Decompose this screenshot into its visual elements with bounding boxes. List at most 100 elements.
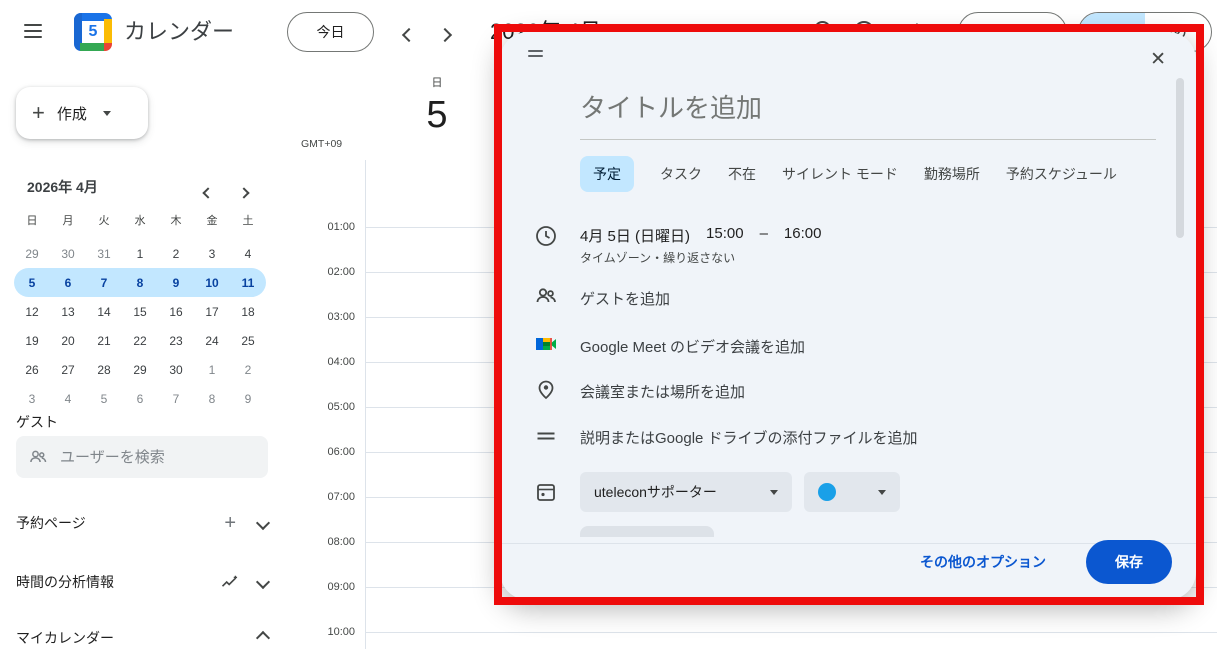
clock-icon — [534, 224, 558, 248]
mini-calendar-day[interactable]: 24 — [194, 326, 230, 355]
event-end-time[interactable]: 16:00 — [784, 225, 822, 246]
prev-period-button[interactable] — [404, 27, 414, 45]
save-button[interactable]: 保存 — [1086, 540, 1172, 584]
dialog-scrollbar[interactable] — [1176, 78, 1184, 238]
mini-calendar-day[interactable]: 3 — [194, 239, 230, 268]
hour-label: 09:00 — [285, 581, 355, 593]
add-location-row[interactable]: 会議室または場所を追加 — [580, 381, 745, 402]
my-calendars-row[interactable]: マイカレンダー — [16, 626, 268, 650]
mini-calendar-day[interactable]: 1 — [194, 355, 230, 384]
dialog-tab[interactable]: 勤務場所 — [924, 156, 980, 192]
day-header[interactable]: 日 5 — [415, 74, 459, 137]
event-start-time[interactable]: 15:00 — [706, 225, 744, 246]
close-icon[interactable]: ✕ — [1146, 44, 1170, 75]
mini-calendar-day[interactable]: 10 — [194, 268, 230, 297]
mini-calendar-day[interactable]: 26 — [14, 355, 50, 384]
chevron-down-icon[interactable] — [256, 575, 270, 589]
mini-calendar-day[interactable]: 11 — [230, 268, 266, 297]
guest-search-input[interactable] — [58, 448, 242, 467]
dialog-tab[interactable]: 不在 — [728, 156, 756, 192]
calendar-event-icon — [534, 480, 558, 504]
mini-calendar-day[interactable]: 21 — [86, 326, 122, 355]
mini-calendar-day[interactable]: 16 — [158, 297, 194, 326]
mini-calendar-day[interactable]: 22 — [122, 326, 158, 355]
mini-calendar-week: 19202122232425 — [14, 326, 266, 355]
mini-calendar-day[interactable]: 20 — [50, 326, 86, 355]
event-date[interactable]: 4月 5日 (日曜日) — [580, 225, 690, 246]
chevron-up-icon[interactable] — [256, 631, 270, 645]
create-button[interactable]: + 作成 — [16, 87, 148, 139]
guest-search-box[interactable] — [16, 436, 268, 478]
mini-calendar-weekday: 月 — [50, 210, 86, 230]
mini-calendar-day[interactable]: 25 — [230, 326, 266, 355]
add-booking-page-icon[interactable]: + — [224, 512, 236, 535]
day-number[interactable]: 5 — [415, 94, 459, 137]
drag-handle-icon[interactable] — [528, 50, 543, 60]
mini-calendar-day[interactable]: 18 — [230, 297, 266, 326]
google-meet-icon — [534, 332, 558, 356]
mini-calendar-day[interactable]: 30 — [50, 239, 86, 268]
dialog-tab[interactable]: サイレント モード — [782, 156, 898, 192]
event-datetime[interactable]: 4月 5日 (日曜日) 15:00 – 16:00 — [580, 225, 821, 246]
mini-calendar-day[interactable]: 23 — [158, 326, 194, 355]
mini-calendar-prev-button[interactable] — [204, 184, 212, 202]
mini-calendar-day[interactable]: 6 — [50, 268, 86, 297]
mini-calendar-day[interactable]: 30 — [158, 355, 194, 384]
dialog-tab[interactable]: タスク — [660, 156, 702, 192]
calendar-select-dropdown[interactable]: uteleconサポーター — [580, 472, 792, 512]
mini-calendar-day[interactable]: 27 — [50, 355, 86, 384]
logo-day-number: 5 — [82, 21, 104, 43]
mini-calendar-day[interactable]: 14 — [86, 297, 122, 326]
event-color-dropdown[interactable] — [804, 472, 900, 512]
mini-calendar-grid: 日月火水木金土 29303112345678910111213141516171… — [14, 210, 266, 413]
guests-section-label: ゲスト — [16, 412, 58, 432]
time-insights-row[interactable]: 時間の分析情報 — [16, 570, 268, 594]
booking-pages-row[interactable]: 予約ページ + — [16, 511, 268, 535]
hour-label: 08:00 — [285, 536, 355, 548]
event-title-input[interactable]: タイトルを追加 — [580, 88, 1156, 140]
mini-calendar-day[interactable]: 13 — [50, 297, 86, 326]
mini-calendar-day[interactable]: 28 — [86, 355, 122, 384]
hour-label: 06:00 — [285, 446, 355, 458]
timezone-recurrence-link[interactable]: タイムゾーン・繰り返さない — [580, 249, 735, 266]
mini-calendar-day[interactable]: 6 — [122, 384, 158, 413]
more-options-link[interactable]: その他のオプション — [920, 552, 1046, 572]
mini-calendar-day[interactable]: 5 — [86, 384, 122, 413]
mini-calendar-next-button[interactable] — [240, 184, 248, 202]
dialog-tabs: 予定タスク不在サイレント モード勤務場所予約スケジュール — [580, 156, 1117, 192]
mini-calendar-day[interactable]: 5 — [14, 268, 50, 297]
mini-calendar-day[interactable]: 31 — [86, 239, 122, 268]
chevron-down-icon — [878, 490, 886, 495]
mini-calendar-day[interactable]: 9 — [230, 384, 266, 413]
add-description-row[interactable]: 説明またはGoogle ドライブの添付ファイルを追加 — [580, 427, 918, 448]
people-icon — [534, 284, 558, 308]
dialog-tab[interactable]: 予定 — [580, 156, 634, 192]
mini-calendar-day[interactable]: 4 — [50, 384, 86, 413]
mini-calendar-day[interactable]: 17 — [194, 297, 230, 326]
mini-calendar-day[interactable]: 7 — [86, 268, 122, 297]
mini-calendar-day[interactable]: 2 — [230, 355, 266, 384]
mini-calendar-day[interactable]: 4 — [230, 239, 266, 268]
next-period-button[interactable] — [440, 27, 450, 45]
mini-calendar-day[interactable]: 7 — [158, 384, 194, 413]
add-meet-row[interactable]: Google Meet のビデオ会議を追加 — [580, 336, 805, 357]
add-guests-row[interactable]: ゲストを追加 — [580, 288, 670, 309]
gutter-divider — [365, 160, 366, 649]
mini-calendar-weekday-row: 日月火水木金土 — [14, 210, 266, 239]
mini-calendar-day[interactable]: 2 — [158, 239, 194, 268]
main-menu-icon[interactable] — [24, 24, 42, 38]
mini-calendar-day[interactable]: 12 — [14, 297, 50, 326]
hour-label: 05:00 — [285, 401, 355, 413]
mini-calendar-day[interactable]: 9 — [158, 268, 194, 297]
mini-calendar-day[interactable]: 15 — [122, 297, 158, 326]
mini-calendar-day[interactable]: 8 — [194, 384, 230, 413]
mini-calendar-day[interactable]: 29 — [14, 239, 50, 268]
today-button[interactable]: 今日 — [287, 12, 374, 52]
mini-calendar-day[interactable]: 1 — [122, 239, 158, 268]
dialog-tab[interactable]: 予約スケジュール — [1006, 156, 1117, 192]
mini-calendar-day[interactable]: 8 — [122, 268, 158, 297]
chevron-down-icon[interactable] — [256, 516, 270, 530]
mini-calendar-day[interactable]: 3 — [14, 384, 50, 413]
mini-calendar-day[interactable]: 19 — [14, 326, 50, 355]
mini-calendar-day[interactable]: 29 — [122, 355, 158, 384]
